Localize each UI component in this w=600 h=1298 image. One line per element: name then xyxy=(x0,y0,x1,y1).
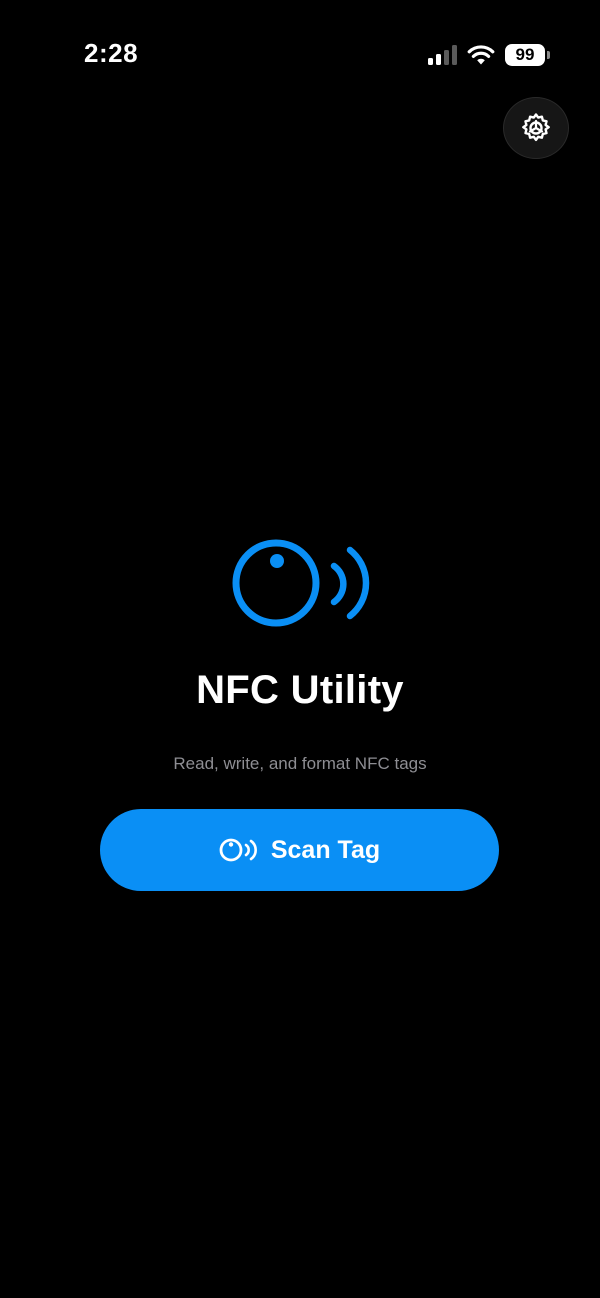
settings-button[interactable] xyxy=(503,97,569,159)
nfc-tag-icon xyxy=(232,539,370,627)
app-title: NFC Utility xyxy=(196,668,404,712)
scan-tag-button[interactable]: Scan Tag xyxy=(100,809,499,891)
status-time: 2:28 xyxy=(84,38,139,68)
status-icons: 99 xyxy=(428,42,550,68)
cellular-signal-icon xyxy=(428,45,457,65)
battery-icon: 99 xyxy=(505,44,550,66)
wifi-icon xyxy=(467,45,495,65)
gear-icon xyxy=(522,113,550,142)
app-subtitle: Read, write, and format NFC tags xyxy=(173,754,427,773)
battery-level: 99 xyxy=(505,44,545,66)
scan-tag-label: Scan Tag xyxy=(270,835,381,864)
status-bar: 2:28 99 xyxy=(0,0,600,110)
nfc-tag-icon xyxy=(219,838,257,862)
